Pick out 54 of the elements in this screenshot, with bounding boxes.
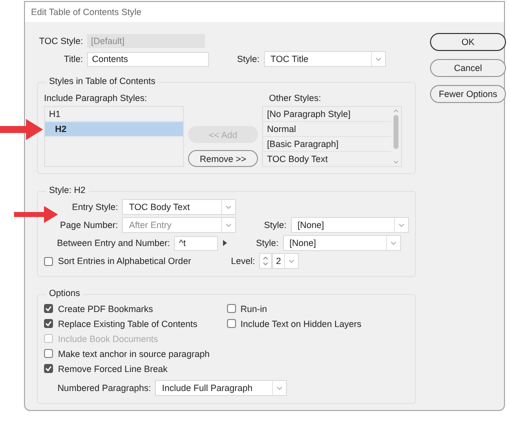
checkbox[interactable] <box>226 304 236 313</box>
checkbox-label: Run-in <box>240 304 268 314</box>
dialog-button[interactable]: OK <box>430 33 506 51</box>
read-only-field: [Default] <box>87 34 205 48</box>
group-title: Style: H2 <box>46 185 89 195</box>
list-item[interactable]: TOC Body Text <box>263 152 391 167</box>
field-label: Entry Style: <box>70 202 118 212</box>
field-label: Title: <box>62 54 83 64</box>
field-label: Level: <box>230 256 255 266</box>
checkbox-label: Include Text on Hidden Layers <box>240 318 362 328</box>
field-label: Numbered Paragraphs: <box>56 383 151 393</box>
dropdown[interactable]: 2 <box>272 253 299 269</box>
input-field[interactable]: Contents <box>87 52 209 66</box>
window-title: Edit Table of Contents Style <box>31 7 142 17</box>
dropdown[interactable]: Include Full Paragraph <box>155 380 287 396</box>
list-item[interactable]: Normal <box>263 122 391 137</box>
group-title: Styles in Table of Contents <box>46 76 158 86</box>
scrollbar[interactable] <box>391 107 401 166</box>
dropdown[interactable]: [None] <box>282 235 401 251</box>
checkbox-label: Sort Entries in Alphabetical Order <box>58 256 192 266</box>
checkbox-label: Remove Forced Line Break <box>58 364 168 374</box>
menu-triangle-icon[interactable] <box>222 239 228 247</box>
dropdown[interactable]: TOC Title <box>264 51 386 67</box>
group-title: Options <box>46 288 84 298</box>
spinner-icon[interactable] <box>259 253 272 269</box>
field-label: Other Styles: <box>269 93 322 103</box>
field-label: Style: <box>256 238 279 248</box>
field-label: Style: <box>237 54 260 64</box>
checkbox-label: Include Book Documents <box>58 334 158 344</box>
checkbox-label: Replace Existing Table of Contents <box>58 318 198 328</box>
checkbox-label: Create PDF Bookmarks <box>58 304 154 314</box>
dropdown[interactable]: TOC Body Text <box>122 199 236 215</box>
list-item[interactable]: H2 <box>45 122 183 137</box>
dropdown[interactable]: [None] <box>290 217 409 233</box>
arrow-icon <box>14 206 58 223</box>
checkbox[interactable] <box>44 364 53 373</box>
field-label: Style: <box>264 220 287 230</box>
checkbox[interactable] <box>44 319 53 328</box>
checkbox[interactable] <box>226 319 236 328</box>
checkbox[interactable] <box>44 256 53 266</box>
checkbox-label: Make text anchor in source paragraph <box>58 348 210 358</box>
checkbox[interactable] <box>44 349 53 358</box>
list-item[interactable]: [No Paragraph Style] <box>263 107 391 122</box>
list-item[interactable]: [Basic Paragraph] <box>263 137 391 152</box>
checkbox[interactable] <box>44 304 53 313</box>
arrow-icon <box>0 119 43 140</box>
field-label: TOC Style: <box>38 36 83 46</box>
dialog-button[interactable]: Fewer Options <box>430 85 506 103</box>
remove-button[interactable]: Remove >> <box>188 150 258 167</box>
field-label: Page Number: <box>58 220 118 230</box>
input-field[interactable]: ^t <box>174 236 218 250</box>
field-label: Include Paragraph Styles: <box>44 93 148 103</box>
dialog-button[interactable]: Cancel <box>430 59 506 77</box>
field-label: Between Entry and Number: <box>56 238 170 248</box>
